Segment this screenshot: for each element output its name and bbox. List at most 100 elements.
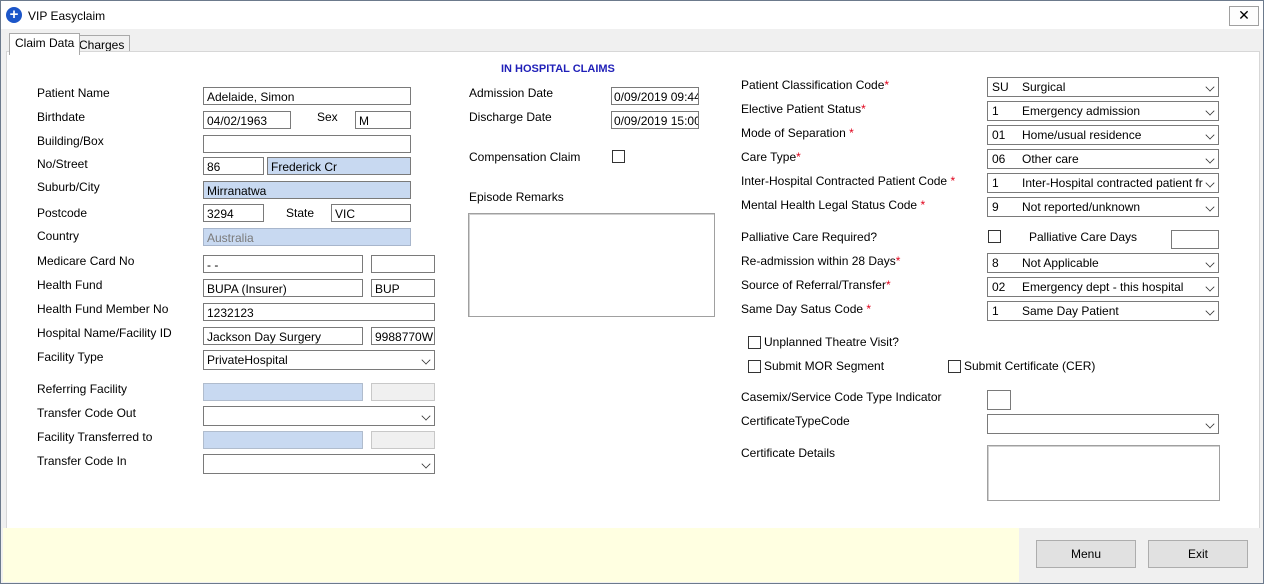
postcode-input[interactable]: 3294 bbox=[203, 204, 264, 222]
health-fund-input[interactable]: BUPA (Insurer) bbox=[203, 279, 363, 297]
chevron-down-icon bbox=[421, 411, 431, 421]
casemix-label: Casemix/Service Code Type Indicator bbox=[741, 390, 942, 404]
certificate-type-select[interactable] bbox=[987, 414, 1219, 434]
transferred-to-input[interactable] bbox=[203, 431, 363, 449]
required-mark: * bbox=[885, 278, 891, 292]
transfer-in-select[interactable] bbox=[203, 454, 435, 474]
separation-mode-desc: Home/usual residence bbox=[1022, 128, 1142, 142]
tab-claim-data[interactable]: Claim Data bbox=[9, 33, 81, 55]
casemix-input[interactable] bbox=[987, 390, 1011, 410]
chevron-down-icon bbox=[1205, 178, 1215, 188]
patient-class-code: SU bbox=[992, 80, 1009, 94]
referral-source-desc: Emergency dept - this hospital bbox=[1022, 280, 1184, 294]
patient-class-label: Patient Classification Code* bbox=[741, 78, 890, 92]
chevron-down-icon bbox=[1205, 106, 1215, 116]
patient-class-select[interactable]: SU Surgical bbox=[987, 77, 1219, 97]
app-window: + VIP Easyclaim ✕ Claim Data Charges Pat… bbox=[0, 0, 1264, 584]
mental-health-desc: Not reported/unknown bbox=[1022, 200, 1141, 214]
episode-remarks-label: Episode Remarks bbox=[469, 190, 564, 204]
title-bar: + VIP Easyclaim ✕ bbox=[1, 1, 1263, 29]
submit-mor-label: Submit MOR Segment bbox=[764, 359, 885, 373]
compensation-claim-label: Compensation Claim bbox=[469, 150, 581, 164]
submit-cer-checkbox[interactable] bbox=[948, 360, 961, 373]
postcode-label: Postcode bbox=[37, 206, 88, 220]
episode-remarks-textarea[interactable] bbox=[468, 213, 715, 317]
window-title: VIP Easyclaim bbox=[28, 9, 106, 23]
referring-facility-code-input bbox=[371, 383, 435, 401]
patient-class-desc: Surgical bbox=[1022, 80, 1066, 94]
transferred-to-code-input bbox=[371, 431, 435, 449]
certificate-details-textarea[interactable] bbox=[987, 445, 1220, 501]
required-mark: * bbox=[796, 150, 801, 164]
separation-mode-select[interactable]: 01 Home/usual residence bbox=[987, 125, 1219, 145]
page-heading: IN HOSPITAL CLAIMS bbox=[501, 63, 615, 75]
street-label: No/Street bbox=[37, 157, 88, 171]
palliative-days-input[interactable] bbox=[1171, 230, 1219, 249]
transferred-to-label: Facility Transferred to bbox=[37, 430, 153, 444]
building-input[interactable] bbox=[203, 135, 411, 153]
member-no-input[interactable]: 1232123 bbox=[203, 303, 435, 321]
birthdate-input[interactable]: 04/02/1963 bbox=[203, 111, 291, 129]
discharge-date-input[interactable]: 0/09/2019 15:00 bbox=[611, 111, 699, 129]
compensation-claim-checkbox[interactable] bbox=[612, 150, 625, 163]
mental-health-select[interactable]: 9 Not reported/unknown bbox=[987, 197, 1219, 217]
medicare-label: Medicare Card No bbox=[37, 254, 135, 268]
street-name-input[interactable]: Frederick Cr bbox=[267, 157, 411, 175]
facility-type-label: Facility Type bbox=[37, 350, 104, 364]
health-fund-label: Health Fund bbox=[37, 278, 103, 292]
separation-mode-code: 01 bbox=[992, 128, 1006, 142]
building-label: Building/Box bbox=[37, 134, 104, 148]
facility-id-input[interactable]: 9988770W bbox=[371, 327, 435, 345]
care-type-select[interactable]: 06 Other care bbox=[987, 149, 1219, 169]
state-input[interactable]: VIC bbox=[331, 204, 411, 222]
referral-source-select[interactable]: 02 Emergency dept - this hospital bbox=[987, 277, 1219, 297]
chevron-down-icon bbox=[1205, 306, 1215, 316]
state-label: State bbox=[286, 206, 315, 220]
required-mark: * bbox=[861, 102, 866, 116]
sex-input[interactable]: M bbox=[355, 111, 411, 129]
care-type-code: 06 bbox=[992, 152, 1006, 166]
health-fund-code-input[interactable]: BUP bbox=[371, 279, 435, 297]
palliative-days-label: Palliative Care Days bbox=[1029, 230, 1138, 244]
unplanned-theatre-checkbox[interactable] bbox=[748, 336, 761, 349]
same-day-code: 1 bbox=[992, 304, 999, 318]
elective-status-select[interactable]: 1 Emergency admission bbox=[987, 101, 1219, 121]
chevron-down-icon bbox=[1205, 82, 1215, 92]
country-label: Country bbox=[37, 229, 80, 243]
palliative-care-checkbox[interactable] bbox=[988, 230, 1001, 243]
elective-status-code: 1 bbox=[992, 104, 999, 118]
mental-health-code: 9 bbox=[992, 200, 999, 214]
sex-label: Sex bbox=[317, 110, 338, 124]
admission-date-input[interactable]: 0/09/2019 09:44 bbox=[611, 87, 699, 105]
care-type-label: Care Type* bbox=[741, 150, 801, 164]
medicare-ref-input[interactable] bbox=[371, 255, 435, 273]
patient-name-label: Patient Name bbox=[37, 86, 110, 100]
readmission-select[interactable]: 8 Not Applicable bbox=[987, 253, 1219, 273]
facility-type-select[interactable]: PrivateHospital bbox=[203, 350, 435, 370]
inter-hospital-select[interactable]: 1 Inter-Hospital contracted patient fr bbox=[987, 173, 1219, 193]
transfer-in-label: Transfer Code In bbox=[37, 454, 127, 468]
same-day-select[interactable]: 1 Same Day Patient bbox=[987, 301, 1219, 321]
close-button[interactable]: ✕ bbox=[1229, 6, 1259, 26]
hospital-name-input[interactable]: Jackson Day Surgery bbox=[203, 327, 363, 345]
certificate-type-label: CertificateTypeCode bbox=[741, 414, 850, 428]
submit-mor-checkbox[interactable] bbox=[748, 360, 761, 373]
submit-cer-label: Submit Certificate (CER) bbox=[964, 359, 1096, 373]
medicare-input[interactable]: - - bbox=[203, 255, 363, 273]
required-mark: * bbox=[950, 174, 956, 188]
readmission-code: 8 bbox=[992, 256, 999, 270]
patient-name-input[interactable]: Adelaide, Simon bbox=[203, 87, 411, 105]
menu-button[interactable]: Menu bbox=[1036, 540, 1136, 568]
transfer-out-select[interactable] bbox=[203, 406, 435, 426]
readmission-desc: Not Applicable bbox=[1022, 256, 1099, 270]
referring-facility-input[interactable] bbox=[203, 383, 363, 401]
suburb-input[interactable]: Mirranatwa bbox=[203, 181, 411, 199]
required-mark: * bbox=[866, 302, 872, 316]
exit-button[interactable]: Exit bbox=[1148, 540, 1248, 568]
chevron-down-icon bbox=[1205, 419, 1215, 429]
app-plus-icon: + bbox=[6, 7, 22, 23]
country-input: Australia bbox=[203, 228, 411, 246]
required-mark: * bbox=[849, 126, 854, 140]
chevron-down-icon bbox=[1205, 130, 1215, 140]
street-number-input[interactable]: 86 bbox=[203, 157, 264, 175]
